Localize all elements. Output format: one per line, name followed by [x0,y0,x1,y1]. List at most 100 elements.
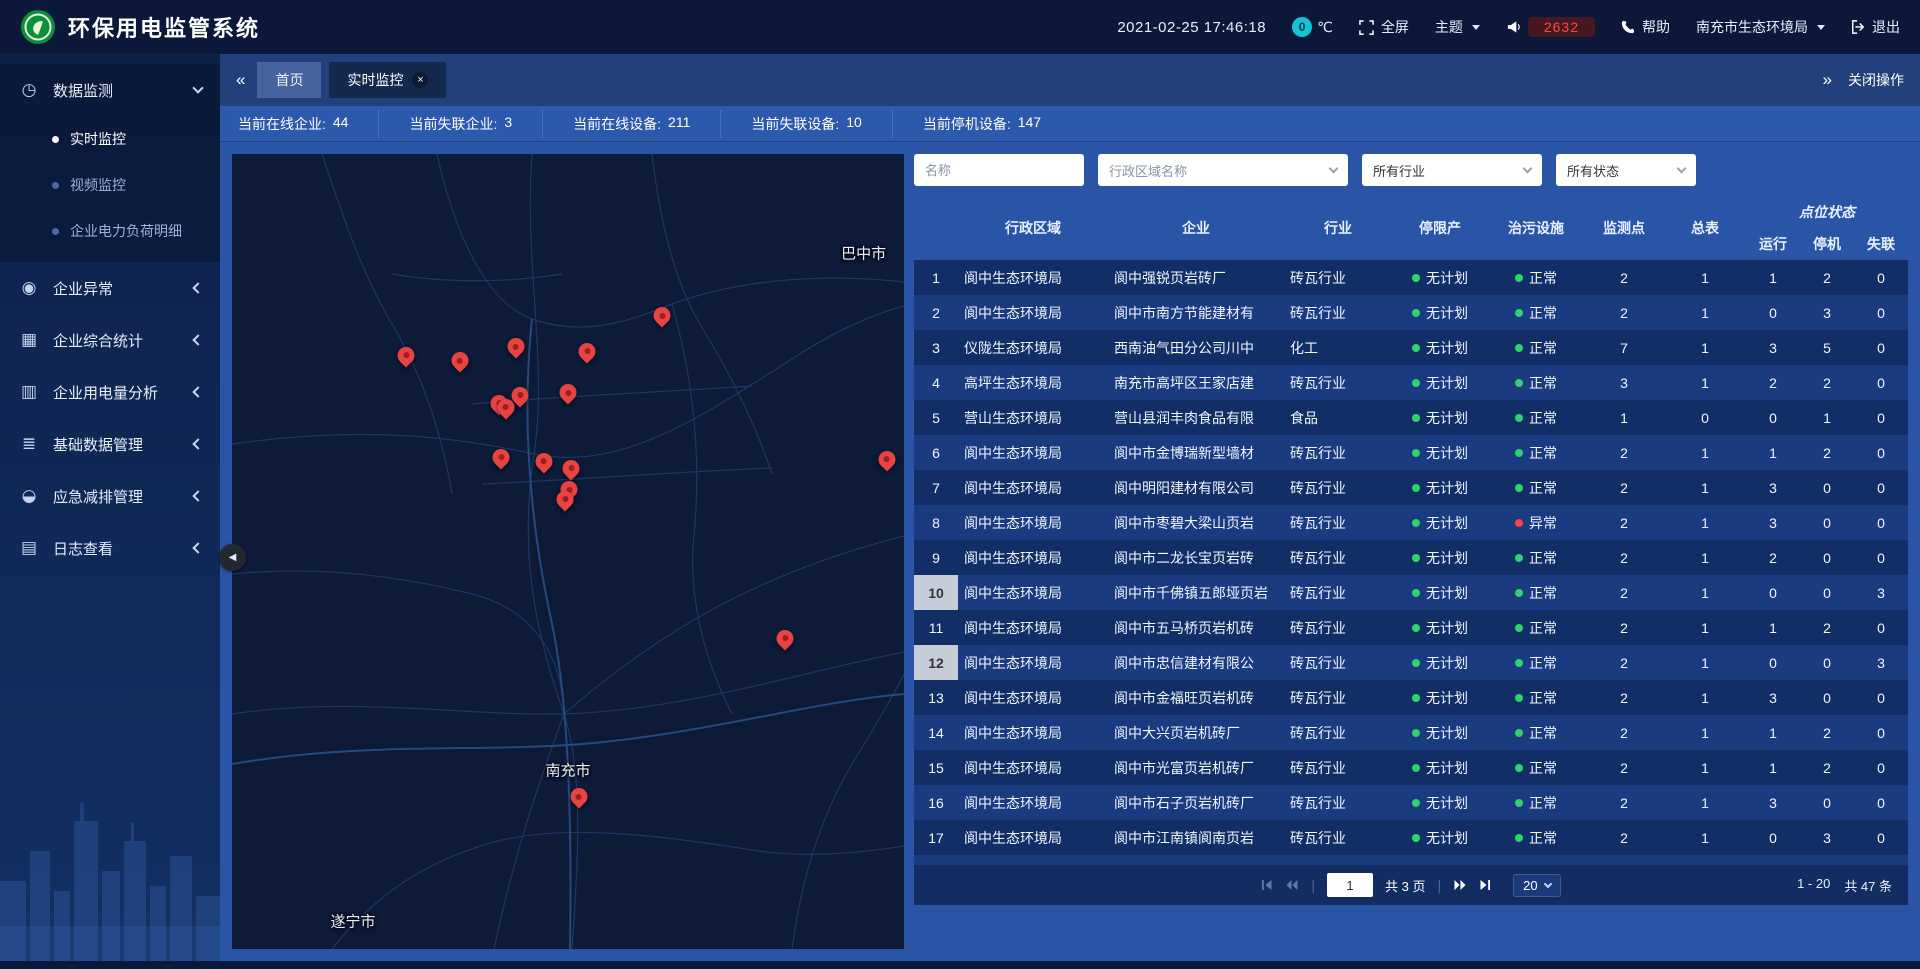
map-pin[interactable] [497,399,514,416]
table-row[interactable]: 7 阆中生态环境局 阆中明阳建材有限公司 砖瓦行业 无计划 正常 2 1 3 0… [914,470,1908,505]
cell-industry: 砖瓦行业 [1284,540,1392,575]
cell-total-meters: 1 [1664,260,1746,295]
cell-facility-status: 正常 [1488,435,1584,470]
first-page-button[interactable] [1261,879,1273,891]
table-row[interactable]: 18 南部生态环境局 南部县建材有限公司 砖瓦行业 无计划 正常 2 1 0 6… [914,855,1908,865]
col-region: 行政区域 [958,196,1108,260]
theme-menu[interactable]: 主题 [1435,17,1480,37]
table-scroll-area[interactable]: 1 阆中生态环境局 阆中强锐页岩砖厂 砖瓦行业 无计划 正常 2 1 1 2 0… [914,260,1908,865]
map-pin[interactable] [493,449,510,466]
map-pin[interactable] [507,338,524,355]
cell-region: 阆中生态环境局 [958,785,1108,820]
sidebar-item-base-data-management[interactable]: ≣ 基础数据管理 [0,418,220,470]
table-row[interactable]: 8 阆中生态环境局 阆中市枣碧大梁山页岩 砖瓦行业 无计划 异常 2 1 3 0… [914,505,1908,540]
map-pin[interactable] [451,352,468,369]
cell-stopped: 5 [1800,330,1854,365]
sidebar-item-emergency-reduction[interactable]: ◒ 应急减排管理 [0,470,220,522]
map-pin[interactable] [535,453,552,470]
map-panel[interactable]: 巴中市南充市遂宁市 ◀ [232,154,904,949]
region-filter-select[interactable]: 行政区域名称 [1098,154,1348,186]
map-collapse-handle[interactable]: ◀ [219,544,246,571]
chevron-down-icon [192,82,203,93]
status-dot-icon [1515,554,1523,562]
name-filter-input[interactable] [914,154,1084,186]
cell-company: 阆中市金福旺页岩机砖 [1108,680,1284,715]
last-page-button[interactable] [1479,879,1491,891]
sidebar-item-enterprise-abnormal[interactable]: ◉ 企业异常 [0,262,220,314]
cell-monitor-points: 2 [1584,295,1664,330]
table-row[interactable]: 16 阆中生态环境局 阆中市石子页岩机砖厂 砖瓦行业 无计划 正常 2 1 3 … [914,785,1908,820]
table-row[interactable]: 2 阆中生态环境局 阆中市南方节能建材有 砖瓦行业 无计划 正常 2 1 0 3… [914,295,1908,330]
stat-offline-enterprises: 当前失联企业: 3 [379,110,543,138]
cell-offline: 0 [1854,785,1908,820]
table-row[interactable]: 14 阆中生态环境局 阆中大兴页岩机砖厂 砖瓦行业 无计划 正常 2 1 1 2… [914,715,1908,750]
sidebar-item-enterprise-statistics[interactable]: ▦ 企业综合统计 [0,314,220,366]
table-row[interactable]: 11 阆中生态环境局 阆中市五马桥页岩机砖 砖瓦行业 无计划 正常 2 1 1 … [914,610,1908,645]
next-page-button[interactable] [1453,879,1467,891]
table-row[interactable]: 13 阆中生态环境局 阆中市金福旺页岩机砖 砖瓦行业 无计划 正常 2 1 3 … [914,680,1908,715]
tab-realtime-monitoring[interactable]: 实时监控× [329,62,446,98]
table-row[interactable]: 15 阆中生态环境局 阆中市光富页岩机砖厂 砖瓦行业 无计划 正常 2 1 1 … [914,750,1908,785]
status-dot-icon [1515,729,1523,737]
table-row[interactable]: 1 阆中生态环境局 阆中强锐页岩砖厂 砖瓦行业 无计划 正常 2 1 1 2 0 [914,260,1908,295]
sidebar-item-data-monitoring[interactable]: ◷ 数据监测 [0,64,220,116]
tabs-scroll-right-icon[interactable]: » [1823,70,1830,90]
map-pin[interactable] [557,491,574,508]
cell-offline: 0 [1854,365,1908,400]
map-pin[interactable] [878,451,895,468]
table-row[interactable]: 5 营山生态环境局 营山县润丰肉食品有限 食品 无计划 正常 1 0 0 1 0 [914,400,1908,435]
page-number-input[interactable] [1327,873,1373,897]
table-row[interactable]: 10 阆中生态环境局 阆中市千佛镇五郎垭页岩 砖瓦行业 无计划 正常 2 1 0… [914,575,1908,610]
cell-offline: 0 [1854,470,1908,505]
col-monitor-points: 监测点 [1584,196,1664,260]
help-button[interactable]: 帮助 [1621,17,1670,37]
table-row[interactable]: 4 高坪生态环境局 南充市高坪区王家店建 砖瓦行业 无计划 正常 3 1 2 2… [914,365,1908,400]
map-pin[interactable] [398,347,415,364]
table-row[interactable]: 3 仪陇生态环境局 西南油气田分公司川中 化工 无计划 正常 7 1 3 5 0 [914,330,1908,365]
logout-button[interactable]: 退出 [1851,17,1900,37]
page-size-select[interactable]: 20 [1513,874,1560,897]
close-operations-button[interactable]: 关闭操作 [1848,70,1904,90]
tab-home[interactable]: 首页 [257,62,321,98]
stat-value: 211 [668,114,690,134]
industry-filter-select[interactable]: 所有行业 [1362,154,1542,186]
cell-running: 3 [1746,470,1800,505]
map-pin[interactable] [560,384,577,401]
sidebar-item-power-analysis[interactable]: ▥ 企业用电量分析 [0,366,220,418]
cell-company: 阆中市光富页岩机砖厂 [1108,750,1284,785]
sidebar-group-enterprise-statistics: ▦ 企业综合统计 [0,314,220,366]
sidebar-subitem-label: 实时监控 [70,129,126,149]
sidebar-subitem-power-load-detail[interactable]: 企业电力负荷明细 [0,208,220,254]
gauge-icon: ◷ [18,80,40,100]
status-filter-select[interactable]: 所有状态 [1556,154,1696,186]
cell-region: 阆中生态环境局 [958,820,1108,855]
table-row[interactable]: 9 阆中生态环境局 阆中市二龙长宝页岩砖 砖瓦行业 无计划 正常 2 1 2 0… [914,540,1908,575]
map-pin[interactable] [512,387,529,404]
close-tab-icon[interactable]: × [412,72,428,88]
fullscreen-button[interactable]: 全屏 [1359,17,1409,37]
map-pin[interactable] [563,460,580,477]
map-pin[interactable] [777,630,794,647]
tabs-scroll-left-icon[interactable]: « [236,70,243,90]
alarm-button[interactable]: 2632 [1506,17,1595,37]
table-row[interactable]: 12 阆中生态环境局 阆中市忠信建材有限公 砖瓦行业 无计划 正常 2 1 0 … [914,645,1908,680]
sidebar-subitem-video-monitoring[interactable]: 视频监控 [0,162,220,208]
table-row[interactable]: 6 阆中生态环境局 阆中市金博瑞新型墙材 砖瓦行业 无计划 正常 2 1 1 2… [914,435,1908,470]
logout-label: 退出 [1872,17,1900,37]
table-row[interactable]: 17 阆中生态环境局 阆中市江南镇阆南页岩 砖瓦行业 无计划 正常 2 1 0 … [914,820,1908,855]
map-pin[interactable] [570,788,587,805]
org-menu[interactable]: 南充市生态环境局 [1696,17,1825,37]
sidebar-item-log-view[interactable]: ▤ 日志查看 [0,522,220,574]
cell-running: 1 [1746,715,1800,750]
status-dot-icon [1412,589,1420,597]
prev-page-button[interactable] [1285,879,1299,891]
bullet-dot-icon [52,182,59,189]
sidebar-item-label: 企业综合统计 [53,330,181,351]
cell-region: 阆中生态环境局 [958,645,1108,680]
map-pin[interactable] [654,307,671,324]
sidebar-subitem-realtime-monitoring[interactable]: 实时监控 [0,116,220,162]
cell-limit-status: 无计划 [1392,540,1488,575]
cell-running: 1 [1746,610,1800,645]
map-pin[interactable] [579,343,596,360]
cell-stopped: 0 [1800,575,1854,610]
